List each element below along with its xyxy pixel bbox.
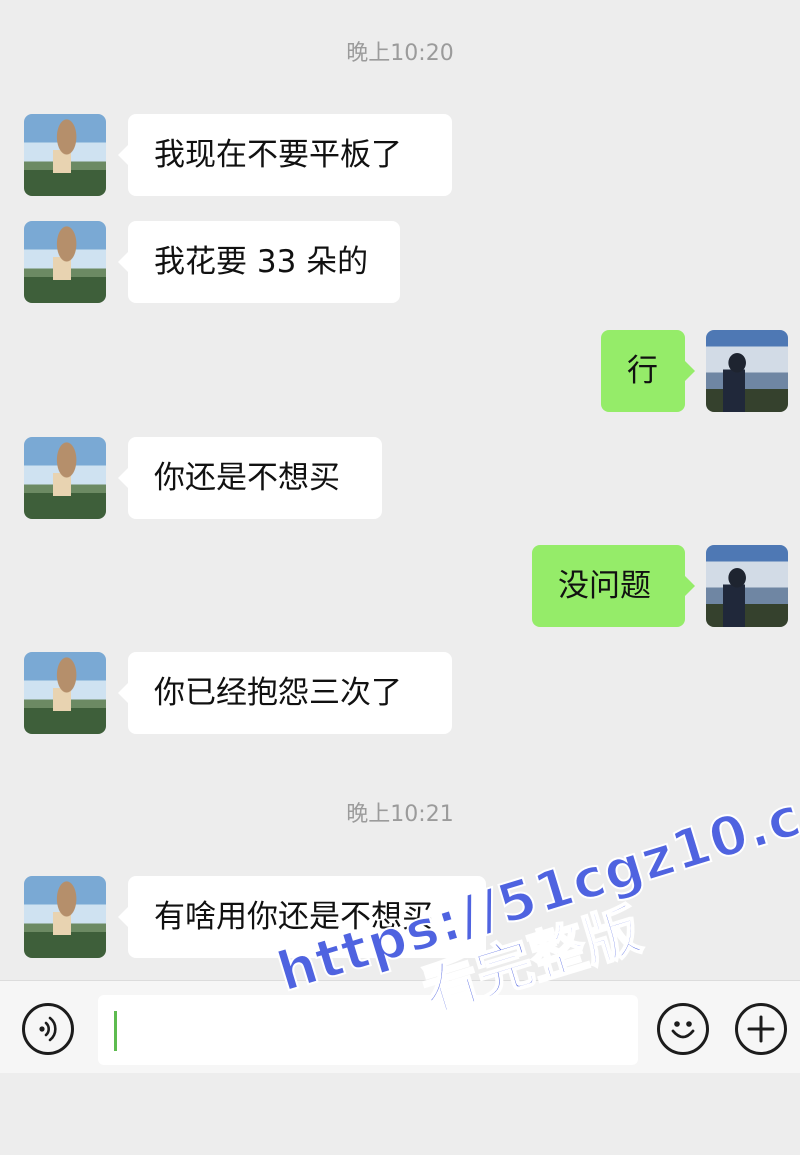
my-avatar[interactable] [706, 545, 788, 627]
chat-timestamp: 晚上10:20 [346, 41, 454, 66]
emoji-button[interactable] [657, 1003, 709, 1055]
contact-avatar[interactable] [24, 114, 106, 196]
message-text: 有啥用你还是不想买 [154, 899, 433, 935]
contact-avatar[interactable] [24, 876, 106, 958]
watermark: https://51cgz10.com 看完整版 [269, 756, 800, 1147]
chat-input-bar [0, 980, 800, 1073]
outgoing-message-bubble[interactable]: 没问题 [532, 545, 695, 627]
voice-icon [39, 1016, 57, 1042]
text-caret [114, 1011, 117, 1051]
contact-avatar[interactable] [24, 437, 106, 519]
message-text: 行 [627, 353, 658, 389]
my-avatar[interactable] [706, 330, 788, 412]
incoming-message-bubble[interactable]: 你还是不想买 [118, 437, 382, 519]
emoji-icon [671, 1021, 695, 1039]
more-button[interactable] [735, 1003, 787, 1055]
message-text: 我花要 33 朵的 [154, 244, 369, 280]
incoming-message-bubble[interactable]: 我花要 33 朵的 [118, 221, 400, 303]
incoming-message-bubble[interactable]: 有啥用你还是不想买 [118, 876, 486, 958]
incoming-message-bubble[interactable]: 你已经抱怨三次了 [118, 652, 452, 734]
message-input[interactable] [98, 995, 638, 1065]
voice-button[interactable] [22, 1003, 74, 1055]
message-text: 你已经抱怨三次了 [154, 675, 402, 711]
contact-avatar[interactable] [24, 652, 106, 734]
message-text: 没问题 [558, 568, 651, 604]
chat-timestamp: 晚上10:21 [346, 802, 454, 827]
contact-avatar[interactable] [24, 221, 106, 303]
message-text: 你还是不想买 [154, 460, 340, 496]
message-text: 我现在不要平板了 [154, 137, 402, 173]
incoming-message-bubble[interactable]: 我现在不要平板了 [118, 114, 452, 196]
plus-icon [747, 1015, 775, 1043]
outgoing-message-bubble[interactable]: 行 [601, 330, 695, 412]
